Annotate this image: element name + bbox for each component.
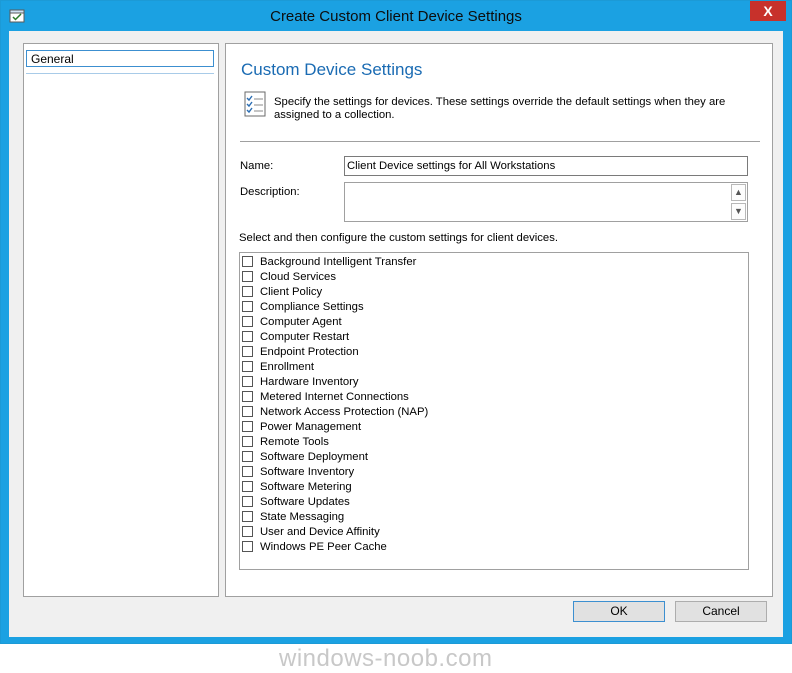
setting-label: Remote Tools — [260, 436, 329, 448]
description-label: Description: — [240, 186, 300, 198]
setting-checkbox[interactable] — [242, 526, 253, 537]
settings-checklist-icon — [244, 91, 266, 117]
chevron-down-icon: ▼ — [734, 206, 743, 216]
setting-checkbox[interactable] — [242, 376, 253, 387]
setting-checkbox[interactable] — [242, 256, 253, 267]
content-panel: Custom Device Settings Specify the setti… — [225, 43, 773, 597]
setting-checkbox[interactable] — [242, 466, 253, 477]
setting-label: Network Access Protection (NAP) — [260, 406, 429, 418]
setting-label: Computer Restart — [260, 331, 350, 343]
description-input[interactable]: ▲ ▼ — [344, 182, 748, 222]
intro-text: Specify the settings for devices. These … — [274, 96, 726, 121]
setting-checkbox[interactable] — [242, 436, 253, 447]
setting-checkbox[interactable] — [242, 361, 253, 372]
setting-checkbox[interactable] — [242, 301, 253, 312]
setting-label: Background Intelligent Transfer — [260, 256, 417, 268]
setting-checkbox[interactable] — [242, 421, 253, 432]
setting-checkbox[interactable] — [242, 316, 253, 327]
setting-label: Power Management — [260, 421, 362, 433]
select-settings-label: Select and then configure the custom set… — [239, 232, 558, 244]
setting-label: Endpoint Protection — [260, 346, 359, 358]
setting-label: Metered Internet Connections — [260, 391, 409, 403]
setting-checkbox[interactable] — [242, 451, 253, 462]
nav-item-general[interactable]: General — [26, 50, 214, 67]
navigation-panel: General — [23, 43, 219, 597]
setting-label: Software Deployment — [260, 451, 368, 463]
setting-checkbox[interactable] — [242, 391, 253, 402]
settings-checklist[interactable]: Background Intelligent Transfer Cloud Ser… — [239, 252, 749, 570]
name-label: Name: — [240, 160, 274, 172]
setting-checkbox[interactable] — [242, 286, 253, 297]
setting-label: Enrollment — [260, 361, 314, 373]
watermark: windows-noob.com — [279, 645, 493, 672]
setting-label: Cloud Services — [260, 271, 336, 283]
setting-label: Compliance Settings — [260, 301, 364, 313]
setting-label: Windows PE Peer Cache — [260, 541, 387, 553]
scroll-up-button[interactable]: ▲ — [731, 184, 746, 201]
name-input[interactable]: Client Device settings for All Workstati… — [344, 156, 748, 176]
chevron-up-icon: ▲ — [734, 187, 743, 197]
setting-label: Computer Agent — [260, 316, 342, 328]
close-button[interactable]: X — [750, 1, 786, 21]
setting-checkbox[interactable] — [242, 406, 253, 417]
dialog-window: Create Custom Client Device Settings X G… — [0, 0, 792, 672]
dialog-client-area: General Custom Device Settings Specify t… — [9, 31, 783, 672]
setting-label: User and Device Affinity — [260, 526, 380, 538]
window-title: Create Custom Client Device Settings — [270, 8, 522, 25]
setting-checkbox[interactable] — [242, 496, 253, 507]
setting-checkbox[interactable] — [242, 511, 253, 522]
setting-label: Client Policy — [260, 286, 323, 298]
divider — [240, 141, 760, 142]
setting-label: Software Inventory — [260, 466, 355, 478]
setting-checkbox[interactable] — [242, 346, 253, 357]
ok-button[interactable]: OK — [573, 601, 665, 622]
scroll-down-button[interactable]: ▼ — [731, 203, 746, 220]
page-title: Custom Device Settings — [241, 60, 423, 79]
setting-checkbox[interactable] — [242, 271, 253, 282]
setting-checkbox[interactable] — [242, 481, 253, 492]
setting-checkbox[interactable] — [242, 331, 253, 342]
setting-label: State Messaging — [260, 511, 345, 523]
setting-label: Software Metering — [260, 481, 352, 493]
setting-label: Hardware Inventory — [260, 376, 359, 388]
cancel-button[interactable]: Cancel — [675, 601, 767, 622]
nav-separator — [26, 73, 214, 74]
setting-label: Software Updates — [260, 496, 350, 508]
setting-checkbox[interactable] — [242, 541, 253, 552]
title-bar[interactable]: Create Custom Client Device Settings X — [1, 1, 791, 31]
close-icon: X — [763, 3, 773, 19]
